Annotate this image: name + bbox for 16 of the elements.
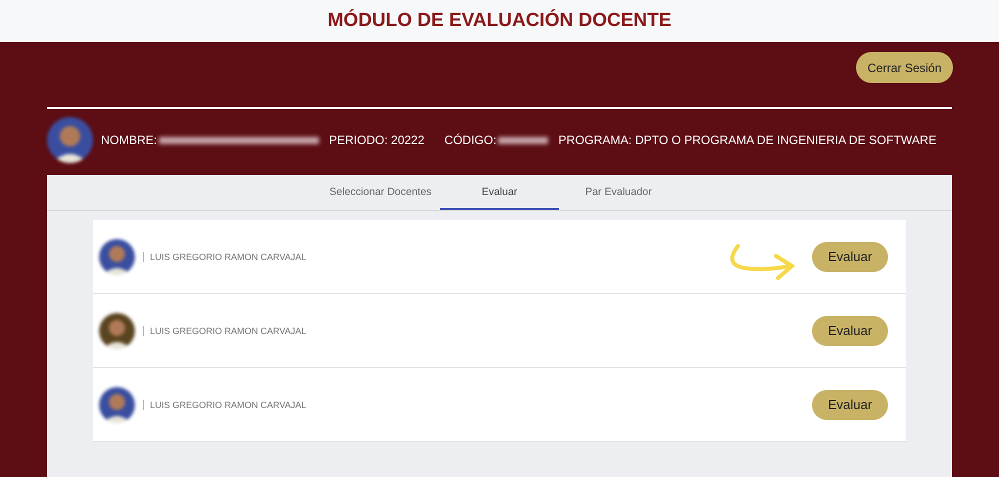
program-text: PROGRAMA: DPTO O PROGRAMA DE INGENIERIA DE SOFTWARE <box>558 133 936 147</box>
redacted-text <box>498 136 548 144</box>
page-title: MÓDULO DE EVALUACIÓN DOCENTE <box>328 10 672 32</box>
evaluate-button[interactable]: Evaluar <box>812 242 888 272</box>
logout-button[interactable]: Cerrar Sesión <box>856 52 953 83</box>
teacher-name: LUIS GREGORIO RAMON CARVAJAL <box>143 400 306 410</box>
teacher-name: LUIS GREGORIO RAMON CARVAJAL <box>143 252 306 262</box>
tab[interactable]: Evaluar <box>440 175 559 210</box>
tab[interactable]: Par Evaluador <box>559 175 678 210</box>
name-label: NOMBRE: <box>101 133 158 147</box>
code-label: CÓDIGO: <box>444 133 496 147</box>
teacher-name: LUIS GREGORIO RAMON CARVAJAL <box>143 326 306 336</box>
period-text: PERIODO: 20222 <box>329 133 424 147</box>
evaluate-button[interactable]: Evaluar <box>812 316 888 346</box>
evaluate-button[interactable]: Evaluar <box>812 390 888 420</box>
tab[interactable]: Seleccionar Docentes <box>321 175 440 210</box>
